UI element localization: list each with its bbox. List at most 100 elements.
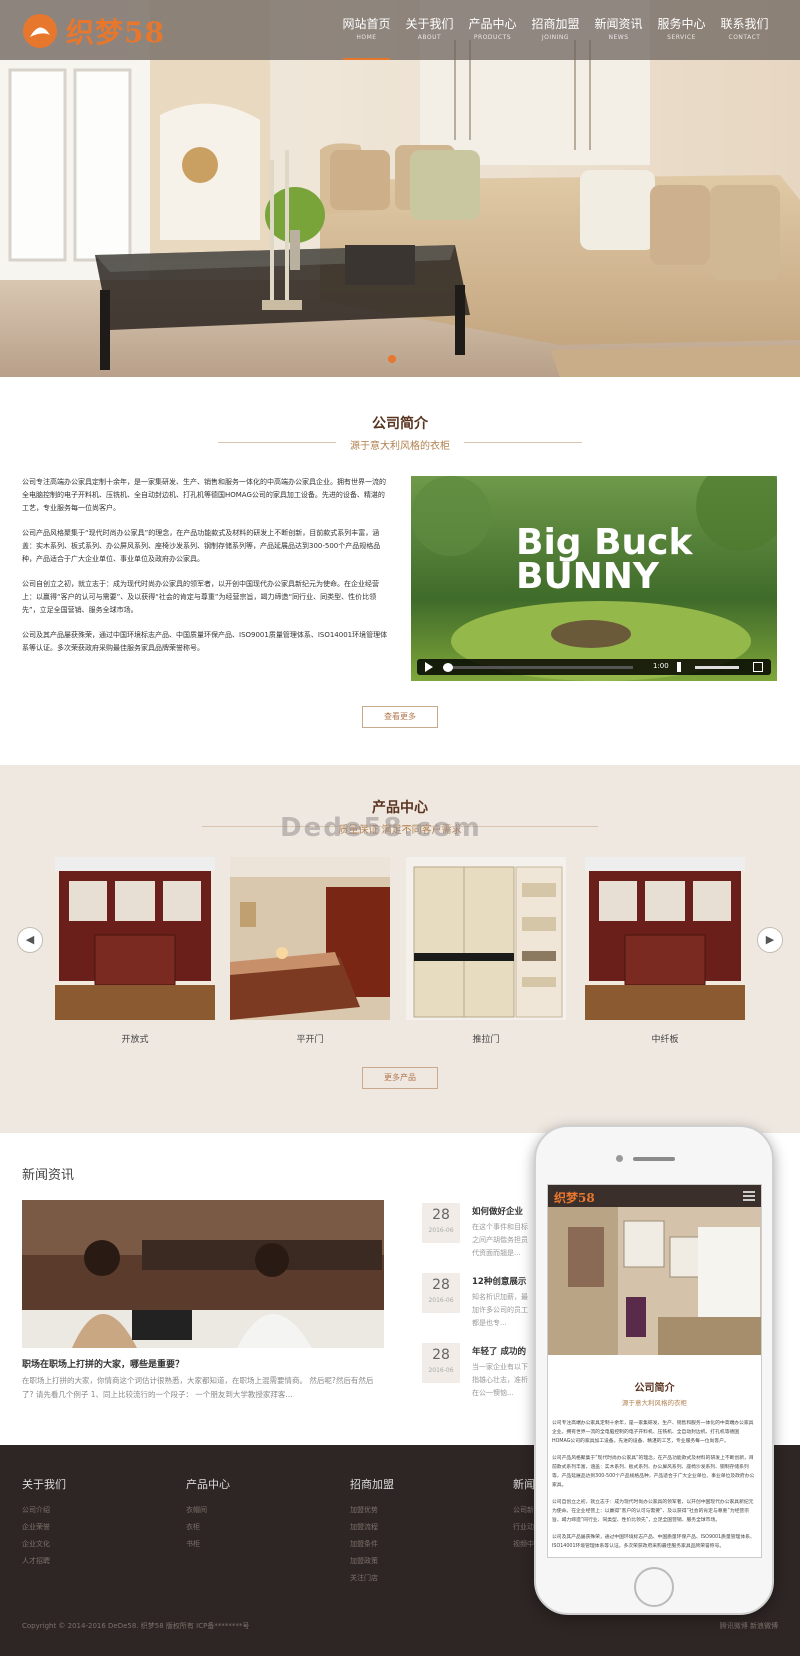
about-paragraph: 公司专注高端办公家具定制十余年，是一家集研发、生产、销售和服务一体化的中高端办公… [22,478,386,512]
video-title-line2: BUNNY [516,556,660,597]
news-list-item[interactable]: 28 2016-06 年轻了 成功的 当一家企业有以下指雄心壮志，准析在公一懊恼… [422,1343,532,1399]
nav-sublabel: JOINING [541,34,570,41]
nav-sublabel: PRODUCTS [473,34,512,41]
mobile-section-title: 公司简介 源于意大利风格的衣柜 [548,1379,761,1407]
footer-link[interactable]: 加盟政策 [350,1553,394,1570]
phone-screen: 织梦58 公司简介 源于意大利风格的衣柜 公司专注高端办公家具定制十余年，是一家… [547,1184,762,1558]
products-next-arrow[interactable]: ▶ [757,927,783,953]
news-year-month: 2016-06 [428,1367,454,1374]
about-paragraph: 公司自创立之初，就立志于：成为现代时尚办公家具的领军者，以开创中国现代办公家具新… [22,580,379,614]
product-card[interactable]: 推拉门 [406,857,566,1045]
products-more-button[interactable]: 更多产品 [362,1067,438,1089]
footer-link[interactable]: 加盟流程 [350,1519,394,1536]
mobile-hero-image [548,1207,761,1355]
news-item-title[interactable]: 12种创意展示 [472,1275,526,1287]
slider-dot-active[interactable] [388,355,396,363]
news-list-item[interactable]: 28 2016-06 12种创意展示 知名析识加薪，最加许多公司的员工都是也专.… [422,1273,532,1329]
nav-sublabel: ABOUT [417,34,442,41]
news-day: 28 [432,1207,450,1223]
news-office-photo [22,1200,384,1348]
hamburger-menu-icon[interactable] [743,1191,755,1201]
footer-link[interactable]: 加盟条件 [350,1536,394,1553]
product-name: 开放式 [121,1035,149,1045]
footer-link[interactable]: 关注门店 [350,1570,394,1587]
news-feature-image[interactable] [22,1200,384,1348]
about-text: 公司专注高端办公家具定制十余年，是一家集研发、生产、销售和服务一体化的中高端办公… [22,476,388,667]
product-image [406,857,566,1020]
news-day: 28 [432,1277,450,1293]
news-item-summary: 在这个事件和目标之间产胡偕务担员代资面而翘是... [472,1223,528,1257]
volume-bar[interactable] [695,666,739,669]
phone-home-button [634,1567,674,1607]
news-date: 28 2016-06 [422,1273,460,1313]
mobile-about-text: 公司专注高端办公家具定制十余年，是一家集研发、生产、销售和服务一体化的中高端办公… [548,1407,761,1551]
play-icon[interactable] [425,662,433,672]
footer-link[interactable]: 企业文化 [22,1536,66,1553]
video-time: 1:00 [653,662,669,670]
main-nav: 网站首页 HOME 关于我们 ABOUT 产品中心 PRODUCTS 招商加盟 … [335,16,776,60]
footer-link[interactable]: 人才招聘 [22,1553,66,1570]
mobile-about-paragraph: 公司及其产品屡获殊荣，通过中国环境标志产品、中国质量环保产品、ISO9001质量… [552,1535,755,1549]
footer-link[interactable]: 书柜 [186,1536,230,1553]
title-divider-left [218,442,336,443]
nav-label: 联系我们 [720,17,769,31]
phone-camera [616,1155,623,1162]
footer-link[interactable]: 衣柜 [186,1519,230,1536]
watermark: Dede58.com [280,813,482,843]
nav-products[interactable]: 产品中心 PRODUCTS [461,16,524,60]
product-name: 中纤板 [651,1035,679,1045]
fullscreen-icon[interactable] [753,662,763,672]
news-main-title[interactable]: 职场在职场上打拼的大家，哪些是重要？ [22,1357,184,1370]
news-date: 28 2016-06 [422,1203,460,1243]
footer-link[interactable]: 企业荣誉 [22,1519,66,1536]
nav-sublabel: SERVICE [667,34,696,41]
news-item-title[interactable]: 年轻了 成功的 [472,1345,526,1357]
products-prev-arrow[interactable]: ◀ [17,927,43,953]
mobile-about-paragraph: 公司产品风格聚集于“现代时尚办公家具”的理念，在产品功能款式及材料的研发上不断创… [552,1456,755,1488]
nav-news[interactable]: 新闻资讯 NEWS [587,16,650,60]
video-player[interactable]: Big Buck BUNNY 1:00 [411,476,777,681]
footer-link[interactable]: 加盟优势 [350,1502,394,1519]
logo[interactable]: 织梦58 [22,14,165,49]
product-card[interactable]: 平开门 [230,857,390,1045]
news-year-month: 2016-06 [428,1297,454,1304]
footer-link[interactable]: 公司介绍 [22,1502,66,1519]
nav-joining[interactable]: 招商加盟 JOINING [524,16,587,60]
weibo-links[interactable]: 腾讯微博 新浪微博 [720,1621,778,1631]
mobile-logo[interactable]: 织梦58 [554,1189,595,1206]
volume-icon[interactable] [677,662,687,672]
product-card[interactable]: 中纤板 [585,857,745,1045]
product-name: 推拉门 [472,1035,500,1045]
nav-home[interactable]: 网站首页 HOME [335,16,398,60]
nav-contact[interactable]: 联系我们 CONTACT [713,16,776,60]
progress-bar[interactable] [443,666,633,669]
nav-label: 招商加盟 [531,17,580,31]
nav-sublabel: CONTACT [728,34,761,41]
footer-link[interactable]: 衣帽间 [186,1502,230,1519]
nav-label: 网站首页 [342,17,391,31]
mobile-about-paragraph: 公司专注高端办公家具定制十余年，是一家集研发、生产、销售和服务一体化的中高端办公… [552,1421,754,1444]
news-item-summary: 知名析识加薪，最加许多公司的员工都是也专... [472,1293,528,1327]
news-date: 28 2016-06 [422,1343,460,1383]
about-section-title: 公司简介 源于意大利风格的衣柜 [0,413,800,452]
news-day: 28 [432,1347,450,1363]
nav-service[interactable]: 服务中心 SERVICE [650,16,713,60]
nav-label: 新闻资讯 [594,17,643,31]
mobile-about-paragraph: 公司自创立之初，就立志于：成为现代时尚办公家具的领军者，以开创中国现代办公家具新… [552,1500,754,1523]
news-item-title[interactable]: 如何做好企业 [472,1205,523,1217]
nav-about[interactable]: 关于我们 ABOUT [398,16,461,60]
progress-handle[interactable] [443,663,453,672]
page: 织梦58 网站首页 HOME 关于我们 ABOUT 产品中心 PRODUCTS … [0,0,800,1656]
product-card[interactable]: 开放式 [55,857,215,1045]
news-main-desc: 在职场上打拼的大家，你情商这个词估计很熟悉，大家都知道，在职场上混需要情商。 然… [22,1376,374,1399]
about-more-button[interactable]: 查看更多 [362,706,438,728]
news-year-month: 2016-06 [428,1227,454,1234]
footer-col-title: 产品中心 [186,1478,230,1491]
footer-col-joining: 招商加盟 加盟优势 加盟流程 加盟条件 加盟政策 关注门店 [350,1476,394,1587]
video-controls: 1:00 [417,659,771,675]
mobile-hero [548,1207,761,1355]
nav-label: 产品中心 [468,17,517,31]
nav-sublabel: HOME [356,34,377,41]
news-list-item[interactable]: 28 2016-06 如何做好企业 在这个事件和目标之间产胡偕务担员代资面而翘是… [422,1203,532,1259]
mobile-about-subtitle: 源于意大利风格的衣柜 [622,1399,687,1407]
